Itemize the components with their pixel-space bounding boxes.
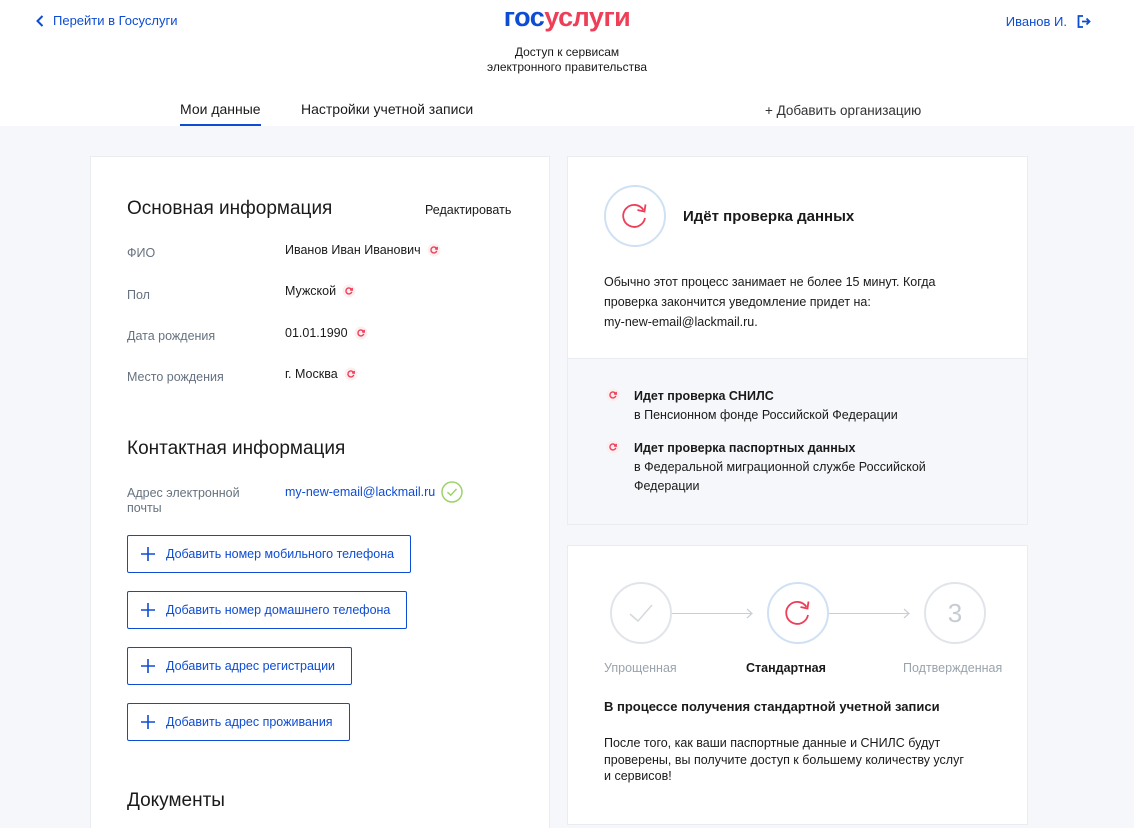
field-value-email: my-new-email@lackmail.ru — [285, 481, 463, 503]
pending-refresh-icon — [606, 440, 620, 454]
step-label-standard: Стандартная — [746, 661, 826, 675]
pending-refresh-icon — [606, 388, 620, 402]
arrow-right-icon — [903, 608, 910, 619]
verified-check-icon — [441, 481, 463, 503]
refresh-icon — [785, 600, 810, 625]
logout-icon[interactable] — [1077, 15, 1091, 28]
process-description: После того, как ваши паспортные данные и… — [604, 736, 964, 783]
checking-description: Обычно этот процесс занимает не более 15… — [604, 275, 936, 329]
pending-refresh-icon — [342, 284, 356, 298]
step-confirmed: 3 — [924, 582, 986, 644]
check-item-passport: Идет проверка паспортных данных в Федера… — [606, 439, 926, 496]
contact-info-title: Контактная информация — [127, 438, 346, 459]
add-residence-address-button[interactable]: Добавить адрес проживания — [127, 703, 350, 741]
basic-info-title: Основная информация — [127, 198, 333, 219]
pending-refresh-icon — [344, 367, 358, 381]
pending-refresh-icon — [427, 243, 441, 257]
add-mobile-phone-button[interactable]: Добавить номер мобильного телефона — [127, 535, 412, 573]
add-organization-link[interactable]: + Добавить организацию — [765, 103, 921, 118]
field-value-birthdate: 01.01.1990 — [285, 326, 368, 340]
pending-refresh-icon — [354, 326, 368, 340]
field-label-email: Адрес электронной почты — [127, 486, 240, 515]
field-label-birthplace: Место рождения — [127, 370, 224, 384]
step-connector — [829, 613, 909, 614]
checking-title: Идёт проверка данных — [683, 208, 855, 225]
field-label-birthdate: Дата рождения — [127, 329, 216, 343]
check-item-snils: Идет проверка СНИЛС в Пенсионном фонде Р… — [606, 387, 898, 425]
arrow-right-icon — [746, 608, 753, 619]
plus-icon — [141, 547, 155, 561]
user-menu[interactable]: Иванов И. — [1006, 14, 1091, 29]
header: Перейти в Госуслуги госуслуги Доступ к с… — [0, 0, 1134, 126]
documents-title: Документы — [127, 790, 225, 811]
field-value-fio: Иванов Иван Иванович — [285, 243, 441, 257]
field-label-gender: Пол — [127, 288, 150, 302]
refresh-icon — [622, 203, 647, 228]
edit-button[interactable]: Редактировать — [425, 203, 511, 217]
field-value-gender: Мужской — [285, 284, 356, 298]
process-title: В процессе получения стандартной учетной… — [604, 699, 940, 714]
user-name: Иванов И. — [1005, 14, 1067, 29]
tab-account-settings[interactable]: Настройки учетной записи — [301, 101, 473, 117]
field-value-birthplace: г. Москва — [285, 367, 358, 381]
step-label-simplified: Упрощенная — [604, 661, 677, 675]
add-registration-address-button[interactable]: Добавить адрес регистрации — [127, 647, 353, 685]
plus-icon — [141, 659, 155, 673]
plus-icon — [141, 715, 155, 729]
check-icon — [629, 604, 653, 623]
field-label-fio: ФИО — [127, 246, 156, 260]
step-simplified — [610, 582, 672, 644]
checking-status-icon — [604, 185, 666, 247]
step-standard — [767, 582, 829, 644]
plus-icon — [141, 603, 155, 617]
tagline: Доступ к сервисам электронного правитель… — [486, 45, 648, 74]
gosuslugi-logo[interactable]: госуслуги — [0, 2, 1134, 33]
step-connector — [672, 613, 752, 614]
step-label-confirmed: Подтвержденная — [903, 661, 1003, 675]
add-home-phone-button[interactable]: Добавить номер домашнего телефона — [127, 591, 408, 629]
email-value[interactable]: my-new-email@lackmail.ru — [285, 485, 435, 499]
tab-my-data[interactable]: Мои данные — [180, 101, 261, 126]
